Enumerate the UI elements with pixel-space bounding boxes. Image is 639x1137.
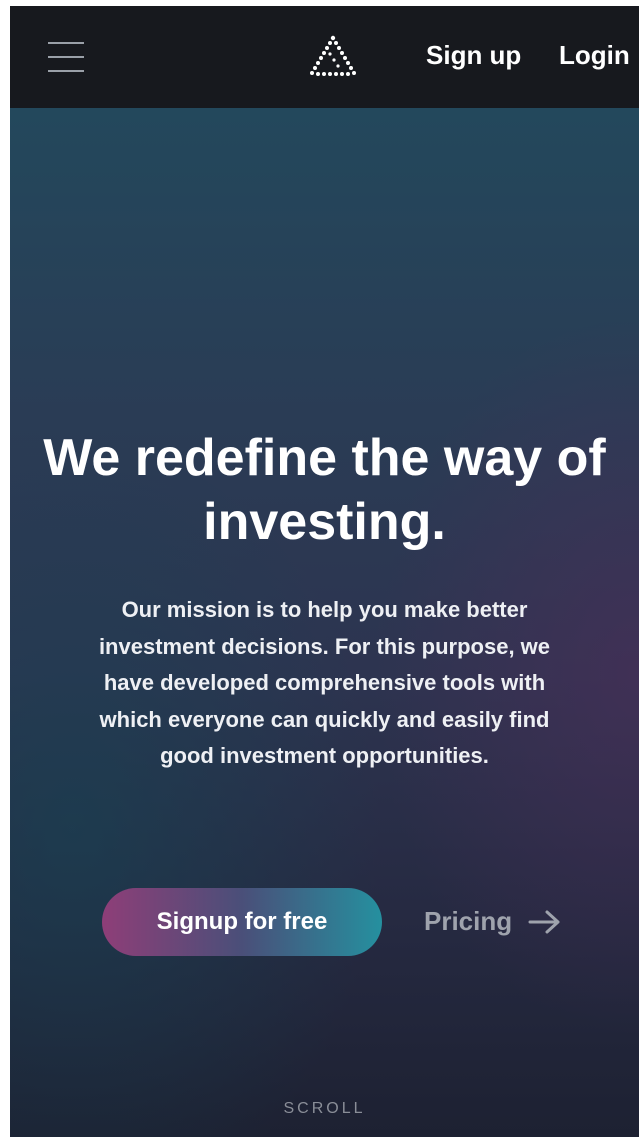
menu-line: [48, 42, 84, 44]
arrow-right-icon: [528, 910, 560, 933]
hamburger-menu-icon[interactable]: [48, 38, 88, 78]
scroll-indicator-label[interactable]: SCROLL: [10, 1100, 639, 1118]
hero-description: Our mission is to help you make better i…: [98, 597, 551, 768]
page-frame: Sign up Login We redefine the way of inv…: [10, 6, 639, 1137]
menu-line: [48, 56, 84, 58]
menu-line: [48, 70, 84, 72]
hero-title: We redefine the way of investing.: [43, 429, 606, 551]
hero-section: We redefine the way of investing. Our mi…: [10, 108, 639, 1137]
pricing-label: Pricing: [424, 906, 513, 936]
triangle-dots-logo-icon[interactable]: [306, 32, 360, 80]
signup-for-free-button[interactable]: Signup for free: [102, 888, 382, 956]
pricing-link[interactable]: Pricing: [424, 906, 562, 937]
top-navigation-bar: Sign up Login: [10, 6, 639, 108]
login-link[interactable]: Login: [559, 40, 630, 71]
signup-link[interactable]: Sign up: [426, 40, 521, 71]
